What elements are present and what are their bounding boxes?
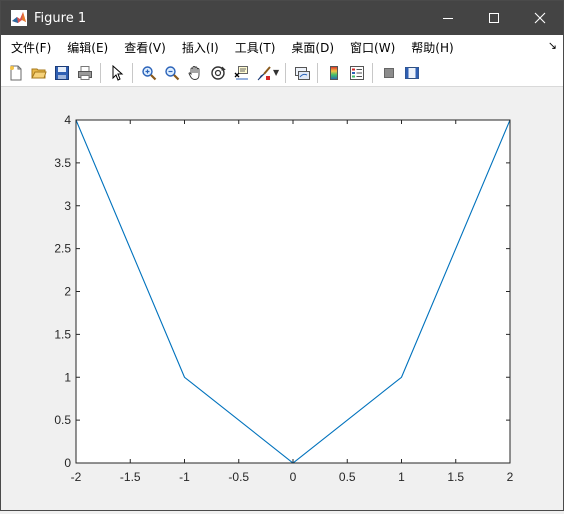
zoom-out-icon [164,65,179,80]
menu-insert[interactable]: 插入(I) [174,39,227,56]
pan-button[interactable] [185,63,205,83]
matlab-logo-icon [11,10,27,26]
menubar-dock-arrow-icon[interactable]: ↘ [548,39,557,52]
menu-edit[interactable]: 编辑(E) [59,39,116,56]
figure-window: Figure 1 文件(F) 编辑(E) 查看(V) 插入(I) 工具(T) 桌… [0,0,564,511]
toolbar-separator [372,62,374,83]
brush-button[interactable] [254,63,274,83]
y-tick-label: 3 [64,199,71,213]
link-plot-button[interactable] [292,63,312,83]
y-tick-label: 4 [64,113,71,127]
title-bar[interactable]: Figure 1 [1,1,563,35]
x-tick-label: 1 [398,470,405,484]
hide-plot-tools-icon [383,67,394,78]
data-cursor-icon [234,65,248,79]
axes-background[interactable] [76,120,510,463]
zoom-in-button[interactable] [139,63,159,83]
menu-view[interactable]: 查看(V) [116,39,174,56]
maximize-icon [489,13,499,23]
toolbar-separator [100,62,101,83]
y-tick-label: 1.5 [54,327,71,341]
minimize-icon [443,18,453,19]
rotate-3d-icon [210,65,226,80]
hide-plot-tools-button[interactable] [379,63,399,83]
menu-desktop[interactable]: 桌面(D) [283,39,342,56]
show-plot-tools-icon [404,66,419,79]
menu-file[interactable]: 文件(F) [1,39,59,56]
print-icon [77,65,92,80]
y-tick-label: 1 [64,370,71,384]
legend-icon [349,65,364,80]
pointer-icon [112,64,123,81]
x-tick-label: -1.5 [120,470,141,484]
print-button[interactable] [75,63,95,83]
toolbar-separator [285,62,287,83]
new-figure-button[interactable] [6,63,26,83]
x-tick-label: 1.5 [447,470,464,484]
x-tick-label: 0.5 [339,470,356,484]
open-file-icon [30,68,47,78]
zoom-in-icon [141,65,156,80]
link-plot-icon [294,66,310,80]
menu-tools[interactable]: 工具(T) [227,39,284,56]
new-figure-icon [9,65,21,80]
rotate-3d-button[interactable] [208,63,228,83]
menu-window[interactable]: 窗口(W) [342,39,403,56]
insert-colorbar-button[interactable] [324,63,344,83]
x-tick-label: 0 [290,470,297,484]
open-file-button[interactable] [29,63,49,83]
insert-legend-button[interactable] [347,63,367,83]
brush-dropdown-arrow-icon[interactable]: ▼ [273,68,279,77]
menu-help[interactable]: 帮助(H) [403,39,461,56]
maximize-button[interactable] [471,1,517,35]
menu-bar: 文件(F) 编辑(E) 查看(V) 插入(I) 工具(T) 桌面(D) 窗口(W… [1,35,563,59]
y-tick-label: 0 [64,456,71,470]
zoom-out-button[interactable] [162,63,182,83]
data-cursor-button[interactable] [231,63,251,83]
x-tick-label: 2 [507,470,514,484]
y-tick-label: 0.5 [54,413,71,427]
close-button[interactable] [517,1,563,35]
x-tick-label: -1 [179,470,190,484]
show-plot-tools-button[interactable] [402,63,422,83]
y-tick-labels: 0 0.5 1 1.5 2 2.5 3 3.5 4 [54,113,71,470]
close-icon [534,12,546,24]
pan-icon [188,65,199,80]
brush-icon [257,65,271,80]
x-tick-label: -2 [71,470,82,484]
window-title: Figure 1 [34,10,87,26]
minimize-button[interactable] [425,1,471,35]
edit-plot-button[interactable] [107,63,127,83]
toolbar-separator [317,62,319,83]
y-tick-label: 3.5 [54,156,71,170]
save-icon [54,65,69,80]
save-button[interactable] [52,63,72,83]
y-tick-label: 2.5 [54,242,71,256]
toolbar-separator [132,62,133,83]
x-tick-labels: -2 -1.5 -1 -0.5 0 0.5 1 1.5 2 [71,470,514,484]
figure-toolbar: ▼ [1,59,563,87]
plot-svg[interactable]: -2 -1.5 -1 -0.5 0 0.5 1 1.5 2 0 0.5 1 1.5 2 2.5 3 3.5 4 [1,87,563,510]
colorbar-icon [329,65,338,80]
x-tick-label: -0.5 [228,470,249,484]
figure-canvas: -2 -1.5 -1 -0.5 0 0.5 1 1.5 2 0 0.5 1 1.5 2 2.5 3 3.5 4 [1,87,563,510]
y-tick-label: 2 [64,285,71,299]
